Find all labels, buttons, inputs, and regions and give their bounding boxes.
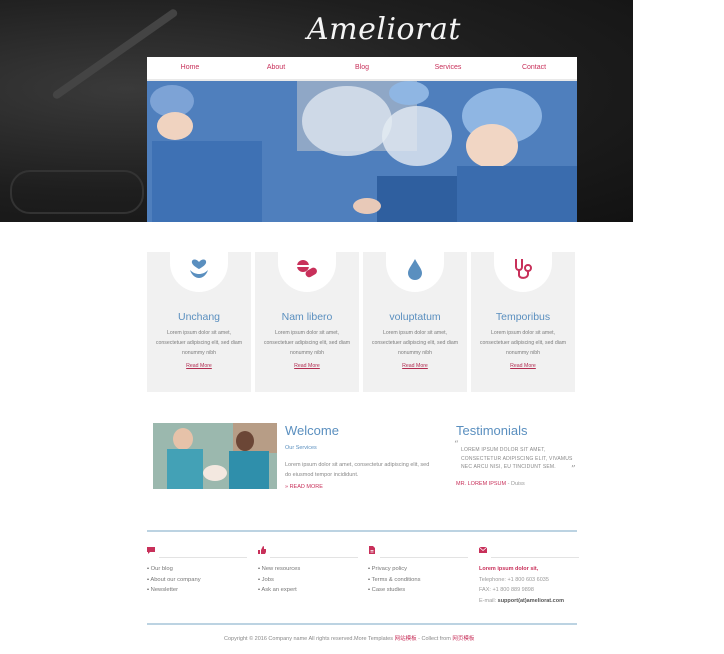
contact-email-row: E-mail: support(at)ameliorat.com xyxy=(479,596,589,607)
site-logo[interactable]: Ameliorat xyxy=(307,12,461,47)
service-text: Lorem ipsum dolor sit amet, consectetuer… xyxy=(263,330,351,356)
service-title: Nam libero xyxy=(281,311,333,323)
nav-about[interactable]: About xyxy=(233,57,319,79)
open-quote-icon: “ xyxy=(454,440,459,450)
header-hero: Ameliorat Home About Blog Services Conta… xyxy=(0,0,633,222)
footer-link[interactable]: Jobs xyxy=(258,575,300,586)
copyright-bar: Copyright © 2016 Company name All rights… xyxy=(224,634,474,642)
footer-link[interactable]: About our company xyxy=(147,575,200,586)
welcome-image xyxy=(153,423,277,489)
thumbs-up-icon xyxy=(258,546,266,554)
welcome-title: Welcome xyxy=(285,423,339,438)
service-title: Unchang xyxy=(177,311,221,323)
testimonials-title: Testimonials xyxy=(456,423,528,438)
column-divider xyxy=(491,557,579,558)
contact-name: Lorem ipsum dolor sit, xyxy=(479,566,539,572)
footer-link-list: Privacy policy Terms & conditions Case s… xyxy=(368,564,421,596)
contact-email-link[interactable]: support(at)ameliorat.com xyxy=(498,598,564,604)
footer-link-list: New resources Jobs Ask an expert xyxy=(258,564,300,596)
hands-heart-icon xyxy=(190,259,208,278)
read-more-link[interactable]: Read More xyxy=(471,363,575,369)
footer-top-rule xyxy=(147,530,577,532)
service-text: Lorem ipsum dolor sit amet, consectetuer… xyxy=(155,330,243,356)
service-text: Lorem ipsum dolor sit amet, consectetuer… xyxy=(371,330,459,356)
speech-bubble-icon xyxy=(147,547,155,554)
main-nav: Home About Blog Services Contact xyxy=(147,57,577,81)
service-card: Temporibus Lorem ipsum dolor sit amet, c… xyxy=(471,251,575,392)
footer-link[interactable]: Our blog xyxy=(147,564,201,575)
footer-link[interactable]: Newsletter xyxy=(147,585,201,596)
surgery-scene-illustration xyxy=(147,81,577,222)
nav-blog[interactable]: Blog xyxy=(319,57,405,79)
author-role: - Duiss xyxy=(507,481,525,487)
welcome-subtitle: Our Services xyxy=(285,445,317,451)
service-text: Lorem ipsum dolor sit amet, consectetuer… xyxy=(479,330,567,356)
footer-link[interactable]: Terms & conditions xyxy=(368,575,421,586)
read-more-link[interactable]: Read More xyxy=(255,363,359,369)
nav-contact[interactable]: Contact xyxy=(491,57,577,79)
author-name: MR. LOREM IPSUM xyxy=(456,481,507,487)
contact-fax: FAX: +1 800 889 9898 xyxy=(479,587,534,593)
testimonial-quote: LOREM IPSUM DOLOR SIT AMET, CONSECTETUR … xyxy=(461,447,573,470)
footer-link[interactable]: Ask an expert xyxy=(258,585,300,596)
service-card: Nam libero Lorem ipsum dolor sit amet, c… xyxy=(255,251,359,392)
drop-icon xyxy=(408,259,422,280)
footer-bottom-rule xyxy=(147,623,577,625)
nav-services[interactable]: Services xyxy=(405,57,491,79)
contact-email-label: E-mail: xyxy=(479,597,498,604)
welcome-read-more-link[interactable]: » READ MORE xyxy=(285,484,323,490)
service-card: voluptatum Lorem ipsum dolor sit amet, c… xyxy=(363,251,467,392)
contact-details: Lorem ipsum dolor sit, Telephone: +1 800… xyxy=(479,564,589,606)
document-icon xyxy=(369,546,375,554)
footer-link-list: Our blog About our company Newsletter xyxy=(147,564,201,596)
read-more-link[interactable]: Read More xyxy=(147,363,251,369)
collect-link[interactable]: 网页模板 xyxy=(452,636,474,642)
contact-phone: Telephone: +1 800 603 6035 xyxy=(479,576,549,583)
footer-link[interactable]: Case studies xyxy=(368,585,421,596)
background-decoration xyxy=(10,170,144,214)
service-title: voluptatum xyxy=(389,311,441,323)
services-row: Unchang Lorem ipsum dolor sit amet, cons… xyxy=(147,251,577,392)
testimonial-author: MR. LOREM IPSUM - Duiss xyxy=(456,481,525,487)
close-quote-icon: ” xyxy=(571,465,576,475)
pills-icon xyxy=(297,260,317,278)
nav-home[interactable]: Home xyxy=(147,57,233,79)
column-divider xyxy=(380,557,468,558)
column-divider xyxy=(270,557,358,558)
templates-link[interactable]: 网站模板 xyxy=(395,636,417,642)
footer-link[interactable]: New resources xyxy=(258,564,301,575)
service-title: Temporibus xyxy=(495,311,551,323)
hero-banner-image xyxy=(147,81,577,222)
copyright-text: Copyright © 2016 Company name All rights… xyxy=(224,636,394,642)
service-card: Unchang Lorem ipsum dolor sit amet, cons… xyxy=(147,251,251,392)
column-divider xyxy=(159,557,247,558)
stethoscope-icon xyxy=(515,259,532,279)
copyright-mid-text: - Collect from xyxy=(418,636,451,642)
footer-link[interactable]: Privacy policy xyxy=(368,564,421,575)
envelope-icon xyxy=(479,546,487,553)
welcome-body: Lorem ipsum dolor sit amet, consectetur … xyxy=(285,462,430,478)
read-more-link[interactable]: Read More xyxy=(363,363,467,369)
dental-scene-illustration xyxy=(153,423,277,489)
